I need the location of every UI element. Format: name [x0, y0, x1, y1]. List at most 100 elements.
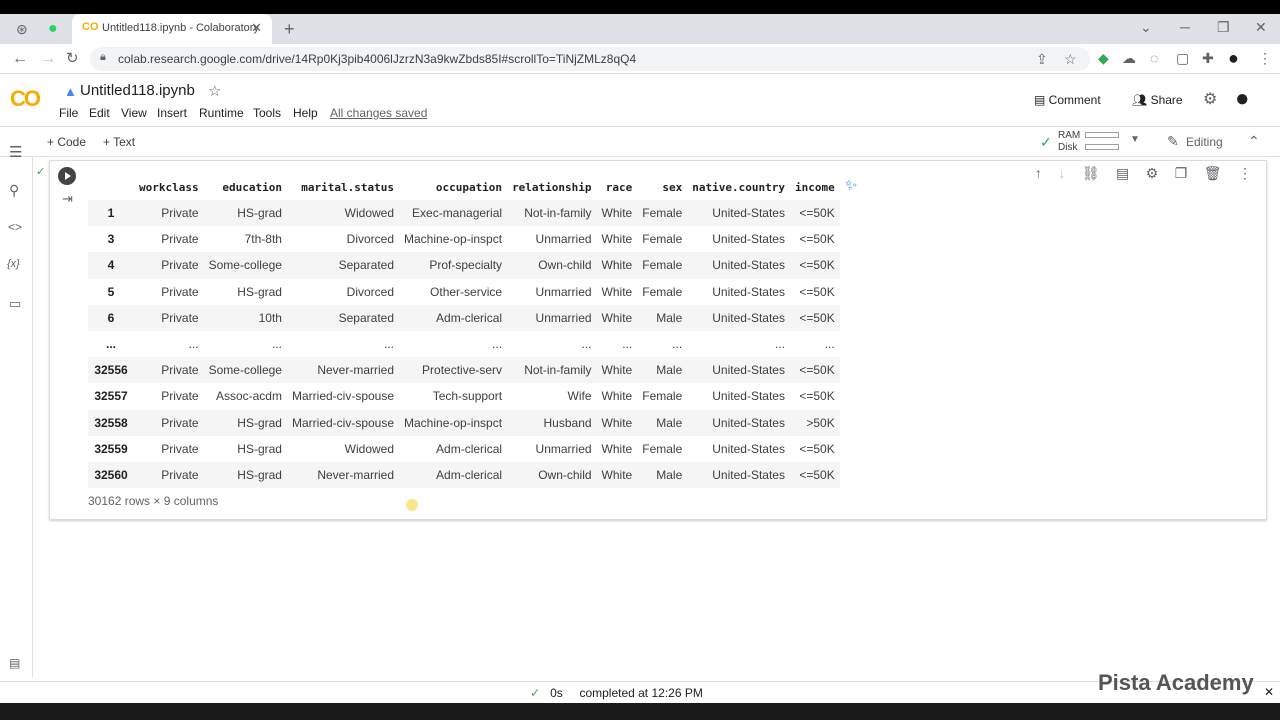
row-index: 32557	[94, 389, 128, 404]
menu-file[interactable]: File	[59, 106, 78, 120]
menu-edit[interactable]: Edit	[89, 106, 110, 120]
tab-search-icon[interactable]: ⌄	[1140, 20, 1152, 34]
run-cell-button[interactable]	[58, 167, 76, 185]
whatsapp-tab-icon[interactable]: ●	[48, 21, 58, 37]
resources-dropdown-icon[interactable]: ▼	[1130, 135, 1140, 145]
comment-button[interactable]: ▤ Comment	[1034, 93, 1101, 107]
profile-avatar-icon[interactable]: ●	[1228, 49, 1239, 67]
table-cell: <=50K	[789, 461, 840, 489]
table-row: 5 Private HS-grad Divorced Other-service Unma…	[88, 279, 840, 305]
menu-insert[interactable]: Insert	[157, 106, 187, 120]
extension-icon[interactable]: ◆	[1098, 51, 1109, 65]
minimize-icon[interactable]: ─	[1180, 20, 1190, 34]
close-window-icon[interactable]: ✕	[1255, 20, 1267, 34]
cell-settings-icon[interactable]: ⚙	[1146, 165, 1159, 181]
table-cell: White	[601, 441, 633, 456]
address-bar[interactable]: 🔒︎ colab.research.google.com/drive/14Rp0…	[90, 47, 1090, 71]
star-icon[interactable]: ☆	[208, 84, 221, 99]
new-tab-icon[interactable]: +	[284, 20, 295, 38]
table-cell: Male	[637, 409, 688, 436]
settings-gear-icon[interactable]: ⚙	[1203, 92, 1217, 108]
table-cell: Private	[161, 284, 199, 299]
variables-icon[interactable]: {x}	[7, 259, 20, 270]
url-text: colab.research.google.com/drive/14Rp0Kj3…	[118, 52, 637, 66]
menu-tools[interactable]: Tools	[253, 106, 281, 120]
row-index: 32556	[88, 357, 134, 384]
menu-runtime[interactable]: Runtime	[199, 106, 244, 120]
table-cell: Unmarried	[535, 284, 592, 299]
output-action-icon[interactable]: ⇥	[62, 192, 73, 205]
table-cell: Private	[134, 200, 204, 227]
table-cell: Some-college	[203, 252, 287, 279]
table-cell: Wife	[567, 389, 592, 404]
forward-icon[interactable]: →	[40, 51, 56, 67]
disk-bar	[1085, 144, 1119, 150]
column-header	[88, 174, 134, 200]
table-cell: Tech-support	[432, 389, 503, 404]
account-avatar[interactable]: ●	[1235, 87, 1250, 111]
link-icon[interactable]: ⛓	[1082, 165, 1100, 181]
add-code-button[interactable]: + Code	[47, 135, 86, 149]
chatgpt-tab-icon[interactable]: ⊛	[16, 22, 28, 36]
table-cell: Female	[637, 252, 688, 279]
table-row: 6 Private 10th Separated Adm-clerical Unmarri…	[88, 304, 840, 331]
back-icon[interactable]: ←	[12, 51, 28, 67]
code-cell-output[interactable]: ⇥ ✨︎ ↑ ↓ ⛓ ▤ ⚙ ❐ 🗑︎ ⋮ workclass educatio…	[49, 160, 1267, 520]
share-page-icon[interactable]: ⇪	[1036, 52, 1048, 66]
share-button[interactable]: 👥︎ Share	[1132, 93, 1183, 107]
menu-view[interactable]: View	[121, 106, 147, 120]
table-cell: Private	[161, 441, 199, 456]
column-header: sex	[662, 180, 683, 194]
table-cell: Never-married	[286, 461, 400, 489]
bookmark-star-icon[interactable]: ☆	[1064, 52, 1077, 66]
editing-mode[interactable]: Editing	[1186, 135, 1223, 149]
add-text-button[interactable]: + Text	[103, 135, 135, 149]
extension-2-icon[interactable]: ☁	[1122, 51, 1136, 65]
row-index: 3	[107, 232, 115, 247]
comment-cell-icon[interactable]: ▤	[1116, 165, 1129, 181]
close-status-icon[interactable]: ✕	[1264, 686, 1274, 698]
extension-4-icon[interactable]: ▢	[1176, 51, 1189, 65]
move-up-icon[interactable]: ↑	[1035, 165, 1042, 181]
terminal-icon[interactable]: ▤	[9, 657, 20, 669]
extensions-puzzle-icon[interactable]: ✚	[1202, 51, 1214, 65]
save-status[interactable]: All changes saved	[330, 106, 427, 120]
table-row: 32557 Private Assoc-acdm Married-civ-spouse…	[88, 383, 840, 409]
row-index: 32559	[94, 441, 128, 456]
notebook-title[interactable]: Untitled118.ipynb	[80, 82, 195, 99]
delete-cell-icon[interactable]: 🗑︎	[1204, 165, 1222, 181]
table-cell: Own-child	[507, 252, 597, 279]
table-cell: HS-grad	[203, 409, 287, 436]
table-cell: HS-grad	[203, 200, 287, 227]
table-cell: Female	[642, 441, 683, 456]
row-index: 32558	[88, 409, 134, 436]
active-browser-tab[interactable]: CO Untitled118.ipynb - Colaboratory ✕	[72, 14, 272, 44]
close-tab-icon[interactable]: ✕	[251, 20, 262, 36]
search-icon[interactable]: ⚲	[9, 183, 19, 197]
files-folder-icon[interactable]: ▭	[9, 297, 21, 310]
toc-icon[interactable]: ☰	[9, 145, 22, 160]
colab-logo[interactable]: CO	[10, 86, 41, 112]
table-cell: <=50K	[789, 304, 840, 331]
table-cell: Assoc-acdm	[215, 389, 282, 404]
column-header: relationship	[512, 180, 592, 194]
collapse-chevron-icon[interactable]: ⌃	[1248, 134, 1260, 148]
reload-icon[interactable]: ↻	[66, 51, 79, 66]
code-snippets-icon[interactable]: <>	[8, 221, 22, 233]
restore-icon[interactable]: ❐	[1217, 20, 1230, 34]
more-options-icon[interactable]: ⋮	[1238, 165, 1252, 181]
move-down-icon[interactable]: ↓	[1058, 165, 1065, 181]
browser-menu-icon[interactable]: ⋮	[1258, 51, 1272, 65]
cell-toolbar: ↑ ↓ ⛓ ▤ ⚙ ❐ 🗑︎ ⋮	[1029, 165, 1258, 185]
lock-icon[interactable]: 🔒︎	[100, 52, 106, 63]
share-label: Share	[1150, 93, 1183, 107]
resources-indicator[interactable]: RAM Disk	[1058, 130, 1080, 154]
menu-help[interactable]: Help	[293, 106, 318, 120]
ram-label: RAM	[1058, 130, 1081, 141]
extension-3-icon[interactable]: ◌	[1150, 51, 1158, 65]
execution-status[interactable]: ✓ 0s completed at 12:26 PM	[530, 686, 703, 700]
table-cell: ...	[188, 337, 199, 352]
column-header: native.country	[692, 180, 785, 194]
magic-wand-icon[interactable]: ✨︎	[845, 178, 857, 193]
mirror-cell-icon[interactable]: ❐	[1175, 165, 1188, 181]
